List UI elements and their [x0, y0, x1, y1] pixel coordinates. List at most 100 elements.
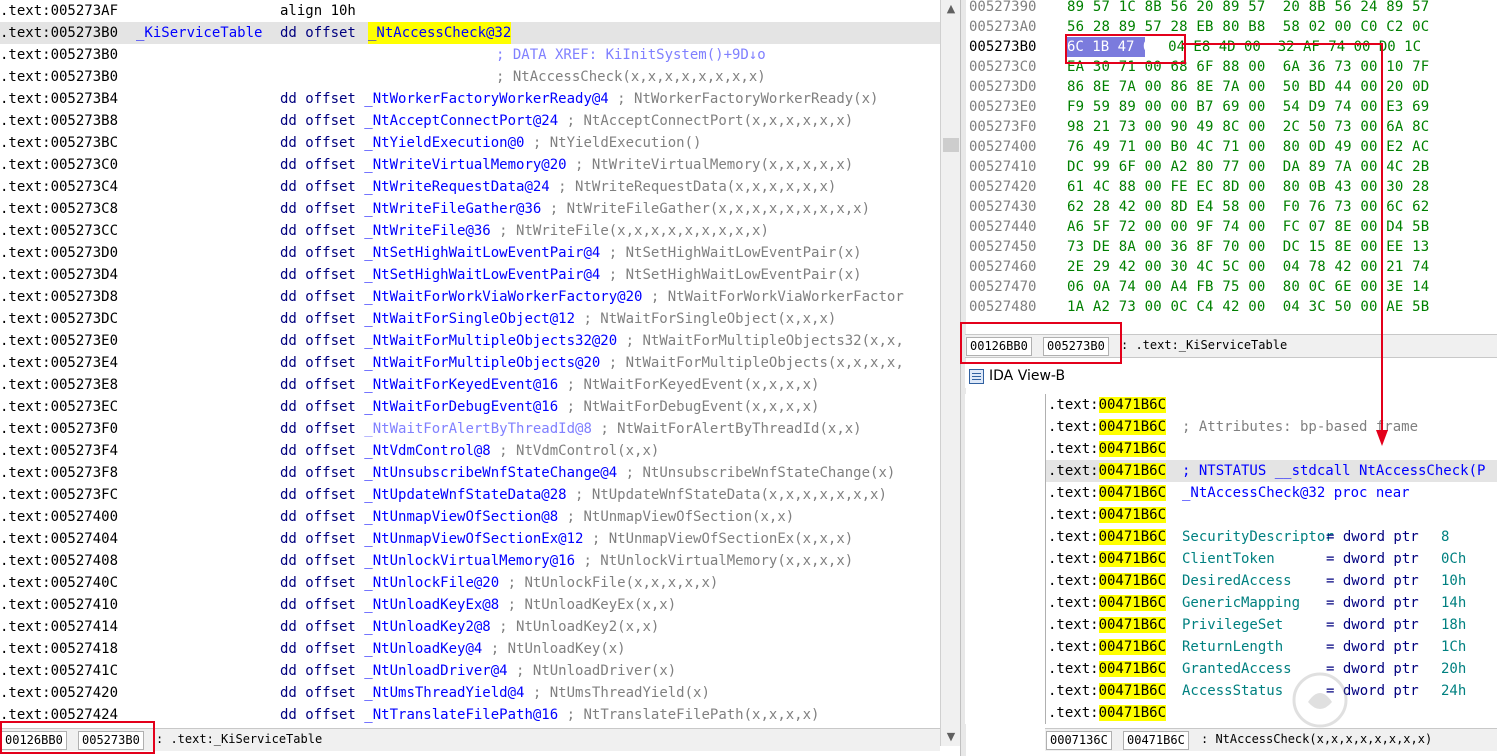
ida-view-b-tab[interactable]: IDA View-B	[965, 364, 1497, 388]
listing-symbol[interactable]: _NtUnlockVirtualMemory@16	[364, 553, 575, 569]
listing-row[interactable]: .text:005273DC dd offset _NtWaitForSingle…	[0, 308, 940, 330]
listing-row[interactable]: .text:005273EC dd offset _NtWaitForDebugE…	[0, 396, 940, 418]
listing-xref[interactable]: ; DATA XREF: KiInitSystem()+9D↓o	[496, 44, 766, 66]
listing-symbol[interactable]: _NtWaitForMultipleObjects@20	[364, 355, 600, 371]
listing-symbol[interactable]: _NtSetHighWaitLowEventPair@4	[364, 267, 600, 283]
hex-row[interactable]: 00527440 A6 5F 72 00 00 9F 74 00 FC 07 8E…	[965, 217, 1497, 237]
listing-symbol[interactable]: _NtUnloadKeyEx@8	[364, 597, 499, 613]
listing-row[interactable]: .text:005273E8 dd offset _NtWaitForKeyedE…	[0, 374, 940, 396]
listing-row[interactable]: .text:0052741C dd offset _NtUnloadDriver@…	[0, 660, 940, 682]
hex-row[interactable]: 005273C0 EA 30 71 00 68 6F 88 00 6A 36 73…	[965, 57, 1497, 77]
left-disassembly-listing[interactable]: .text:005273AF align 10h .text:005273B0 _Ki…	[0, 0, 940, 728]
listing-row[interactable]: .text:005273E4 dd offset _NtWaitForMultip…	[0, 352, 940, 374]
listing-row[interactable]: .text:00527400 dd offset _NtUnmapViewOfSe…	[0, 506, 940, 528]
listing-symbol[interactable]: _NtYieldExecution@0	[364, 135, 524, 151]
listing-row[interactable]: .text:005273B0 ; DATA XREF: KiInitSystem(…	[0, 44, 940, 66]
listing-row[interactable]: .text:005273BC dd offset _NtYieldExecutio…	[0, 132, 940, 154]
listing-row[interactable]: .text:005273CC dd offset _NtWriteFile@36 …	[0, 220, 940, 242]
listing-row[interactable]: .text:005273B4 dd offset _NtWorkerFactory…	[0, 88, 940, 110]
hex-row[interactable]: 00527480 1A A2 73 00 0C C4 42 00 04 3C 50…	[965, 297, 1497, 317]
idab-arg-name[interactable]: DesiredAccess	[1182, 570, 1292, 592]
idab-row[interactable]: .text:00471B6C ; Attributes: bp-based fra…	[1046, 416, 1497, 438]
listing-symbol[interactable]: _NtWriteRequestData@24	[364, 179, 549, 195]
idab-row[interactable]: .text:00471B6C PrivilegeSet = dword ptr 18h	[1046, 614, 1497, 636]
listing-row[interactable]: .text:005273C8 dd offset _NtWriteFileGath…	[0, 198, 940, 220]
listing-symbol[interactable]: _NtWriteFile@36	[364, 223, 490, 239]
listing-row[interactable]: .text:00527414 dd offset _NtUnloadKey2@8 …	[0, 616, 940, 638]
listing-symbol[interactable]: _NtAccessCheck@32	[368, 22, 512, 44]
listing-symbol[interactable]: _NtWaitForAlertByThreadId@8	[364, 421, 592, 437]
listing-row[interactable]: .text:005273C4 dd offset _NtWriteRequestD…	[0, 176, 940, 198]
listing-symbol[interactable]: _NtTranslateFilePath@16	[364, 707, 558, 723]
idab-arg-name[interactable]: AccessStatus	[1182, 680, 1283, 702]
listing-symbol[interactable]: _NtUnloadKey2@8	[364, 619, 490, 635]
listing-symbol[interactable]: _NtVdmControl@8	[364, 443, 490, 459]
hex-row[interactable]: 005273D0 86 8E 7A 00 86 8E 7A 00 50 BD 44…	[965, 77, 1497, 97]
hex-row[interactable]: 005273A0 56 28 89 57 28 EB 80 B8 58 02 00…	[965, 17, 1497, 37]
listing-symbol[interactable]: _NtWriteVirtualMemory@20	[364, 157, 566, 173]
listing-symbol[interactable]: _NtWriteFileGather@36	[364, 201, 541, 217]
idab-row[interactable]: .text:00471B6C DesiredAccess = dword ptr 10…	[1046, 570, 1497, 592]
listing-row[interactable]: .text:00527404 dd offset _NtUnmapViewOfSe…	[0, 528, 940, 550]
hex-row[interactable]: 00527420 61 4C 88 00 FE EC 8D 00 80 0B 43…	[965, 177, 1497, 197]
idab-row[interactable]: .text:00471B6C	[1046, 394, 1497, 416]
listing-row[interactable]: .text:005273FC dd offset _NtUpdateWnfStat…	[0, 484, 940, 506]
idab-arg-name[interactable]: SecurityDescriptor	[1182, 526, 1334, 548]
scroll-thumb[interactable]	[943, 138, 959, 152]
listing-row[interactable]: .text:0052740C dd offset _NtUnlockFile@20…	[0, 572, 940, 594]
listing-row[interactable]: .text:005273F8 dd offset _NtUnsubscribeWn…	[0, 462, 940, 484]
idab-prototype[interactable]: ; NTSTATUS __stdcall NtAccessCheck(P	[1182, 460, 1485, 482]
hex-row[interactable]: 00527450 73 DE 8A 00 36 8F 70 00 DC 15 8E…	[965, 237, 1497, 257]
idab-arg-name[interactable]: ReturnLength	[1182, 636, 1283, 658]
listing-row[interactable]: .text:00527410 dd offset _NtUnloadKeyEx@8…	[0, 594, 940, 616]
listing-row[interactable]: .text:00527418 dd offset _NtUnloadKey@4 ;…	[0, 638, 940, 660]
listing-row[interactable]: .text:005273B0 _KiServiceTable dd offset _N…	[0, 22, 940, 44]
idab-row[interactable]: .text:00471B6C ClientToken = dword ptr 0Ch	[1046, 548, 1497, 570]
hex-row[interactable]: 00527430 62 28 42 00 8D E4 58 00 F0 76 73…	[965, 197, 1497, 217]
idab-row[interactable]: .text:00471B6C SecurityDescriptor = dword …	[1046, 526, 1497, 548]
listing-row[interactable]: .text:005273F4 dd offset _NtVdmControl@8 …	[0, 440, 940, 462]
listing-symbol[interactable]: _NtSetHighWaitLowEventPair@4	[364, 245, 600, 261]
listing-row[interactable]: .text:005273AF align 10h	[0, 0, 940, 22]
listing-symbol[interactable]: _NtAcceptConnectPort@24	[364, 113, 558, 129]
listing-symbol[interactable]: _NtWaitForMultipleObjects32@20	[364, 333, 617, 349]
hex-row[interactable]: 00527460 2E 29 42 00 30 4C 5C 00 04 78 42…	[965, 257, 1497, 277]
hex-row[interactable]: 005273F0 98 21 73 00 90 49 8C 00 2C 50 73…	[965, 117, 1497, 137]
idab-row[interactable]: .text:00471B6C ; NTSTATUS __stdcall NtAcc…	[1046, 460, 1497, 482]
listing-symbol[interactable]: _NtWaitForWorkViaWorkerFactory@20	[364, 289, 642, 305]
scroll-down-arrow-icon[interactable]: ▼	[941, 728, 961, 746]
listing-row[interactable]: .text:005273B8 dd offset _NtAcceptConnect…	[0, 110, 940, 132]
hex-row[interactable]: 005273B0 6C 1B 47 00 04 E8 4D 00 32 AF 74…	[965, 37, 1497, 57]
idab-arg-name[interactable]: PrivilegeSet	[1182, 614, 1283, 636]
listing-symbol[interactable]: _NtWorkerFactoryWorkerReady@4	[364, 91, 608, 107]
listing-row[interactable]: .text:005273D4 dd offset _NtSetHighWaitLo…	[0, 264, 940, 286]
listing-symbol[interactable]: _NtUnmapViewOfSectionEx@12	[364, 531, 583, 547]
idab-proc-declaration[interactable]: _NtAccessCheck@32 proc near	[1182, 482, 1410, 504]
listing-row[interactable]: .text:005273B0 ; NtAccessCheck(x,x,x,x,x,…	[0, 66, 940, 88]
listing-symbol[interactable]: _NtUnloadKey@4	[364, 641, 482, 657]
idab-row[interactable]: .text:00471B6C GenericMapping = dword ptr 1…	[1046, 592, 1497, 614]
listing-symbol[interactable]: _NtUnlockFile@20	[364, 575, 499, 591]
listing-row[interactable]: .text:00527408 dd offset _NtUnlockVirtual…	[0, 550, 940, 572]
hex-row[interactable]: 00527470 06 0A 74 00 A4 FB 75 00 80 0C 6E…	[965, 277, 1497, 297]
listing-row[interactable]: .text:005273C0 dd offset _NtWriteVirtualM…	[0, 154, 940, 176]
listing-symbol[interactable]: _NtUnloadDriver@4	[364, 663, 507, 679]
listing-row[interactable]: .text:005273D0 dd offset _NtSetHighWaitLo…	[0, 242, 940, 264]
listing-row[interactable]: .text:00527420 dd offset _NtUmsThreadYiel…	[0, 682, 940, 704]
listing-symbol[interactable]: _NtWaitForDebugEvent@16	[364, 399, 558, 415]
left-scrollbar[interactable]: ▲ ▼	[940, 0, 961, 746]
hex-view[interactable]: 00527390 89 57 1C 8B 56 20 89 57 20 8B 56…	[965, 0, 1497, 330]
listing-symbol[interactable]: _NtUnmapViewOfSection@8	[364, 509, 558, 525]
hex-row[interactable]: 00527400 76 49 71 00 B0 4C 71 00 80 0D 49…	[965, 137, 1497, 157]
listing-symbol[interactable]: _NtUmsThreadYield@4	[364, 685, 524, 701]
listing-symbol[interactable]: _NtUpdateWnfStateData@28	[364, 487, 566, 503]
idab-arg-name[interactable]: GenericMapping	[1182, 592, 1300, 614]
idab-row[interactable]: .text:00471B6C _NtAccessCheck@32 proc nea…	[1046, 482, 1497, 504]
idab-row[interactable]: .text:00471B6C	[1046, 438, 1497, 460]
listing-symbol[interactable]: _NtWaitForKeyedEvent@16	[364, 377, 558, 393]
idab-arg-name[interactable]: GrantedAccess	[1182, 658, 1292, 680]
idab-row[interactable]: .text:00471B6C ReturnLength = dword ptr 1Ch	[1046, 636, 1497, 658]
idab-row[interactable]: .text:00471B6C	[1046, 504, 1497, 526]
hex-row[interactable]: 005273E0 F9 59 89 00 00 B7 69 00 54 D9 74…	[965, 97, 1497, 117]
scroll-up-arrow-icon[interactable]: ▲	[941, 0, 961, 18]
